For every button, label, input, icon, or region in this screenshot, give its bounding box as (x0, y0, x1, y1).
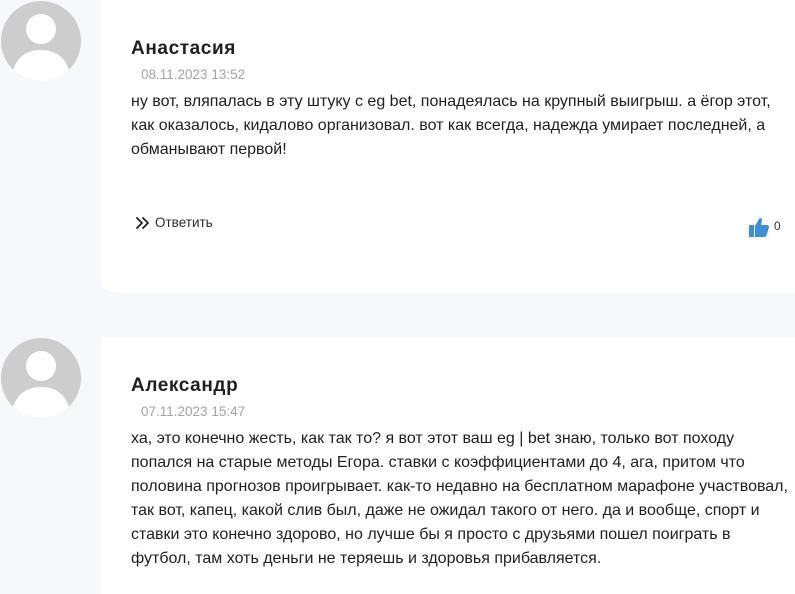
comment-2: Александр 07.11.2023 15:47 ха, это конеч… (0, 337, 795, 594)
double-chevron-right-icon (136, 216, 149, 229)
reply-button[interactable]: Ответить (135, 215, 213, 230)
like-count: 0 (774, 219, 781, 233)
reply-label: Ответить (155, 215, 213, 230)
like-button[interactable] (748, 216, 770, 243)
comment-author: Александр (131, 375, 239, 396)
user-avatar-icon (1, 338, 81, 418)
comment-date: 07.11.2023 15:47 (141, 404, 246, 419)
comment-text: ха, это конечно жесть, как так то? я вот… (131, 430, 788, 567)
comment-text: ну вот, вляпалась в эту штуку с eg bet, … (131, 93, 771, 158)
comment-1: Анастасия 08.11.2023 13:52 ну вот, вляпа… (0, 0, 795, 300)
user-avatar-icon (1, 1, 81, 81)
thumbs-up-icon (749, 218, 769, 237)
comment-author: Анастасия (131, 38, 236, 59)
comment-date: 08.11.2023 13:52 (141, 67, 246, 82)
